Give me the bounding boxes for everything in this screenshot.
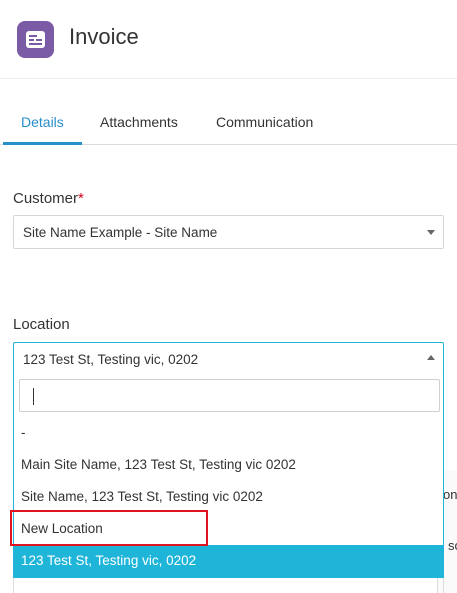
required-mark: * [78, 190, 84, 207]
customer-select-value: Site Name Example - Site Name [23, 225, 218, 240]
location-option[interactable]: Site Name, 123 Test St, Testing vic 0202 [14, 481, 443, 513]
chevron-down-icon [427, 230, 435, 235]
text-cursor [33, 388, 34, 405]
location-option[interactable]: Main Site Name, 123 Test St, Testing vic… [14, 449, 443, 481]
customer-label: Customer* [13, 190, 84, 207]
page-header: Invoice [0, 0, 457, 79]
location-select-value: 123 Test St, Testing vic, 0202 [23, 352, 199, 367]
background-partial-text: sc [448, 538, 457, 553]
location-option-selected[interactable]: 123 Test St, Testing vic, 0202 [14, 545, 443, 577]
location-option-new-location[interactable]: New Location [14, 513, 443, 545]
customer-label-text: Customer [13, 190, 79, 207]
location-search-input[interactable] [19, 379, 440, 412]
location-option[interactable]: - [14, 417, 443, 449]
invoice-icon [17, 21, 54, 58]
background-partial-text: on [443, 487, 457, 502]
tab-communication[interactable]: Communication [216, 114, 313, 130]
tab-bar: Details Attachments Communication [0, 104, 457, 145]
customer-select[interactable]: Site Name Example - Site Name [13, 215, 444, 249]
location-dropdown: - Main Site Name, 123 Test St, Testing v… [13, 374, 444, 578]
active-tab-indicator [3, 142, 82, 145]
page-title: Invoice [69, 24, 139, 49]
location-label: Location [13, 316, 70, 333]
form-bottom-edge [13, 578, 444, 593]
tab-details[interactable]: Details [21, 114, 64, 130]
chevron-up-icon [427, 355, 435, 360]
tab-attachments[interactable]: Attachments [100, 114, 178, 130]
location-select[interactable]: 123 Test St, Testing vic, 0202 [13, 342, 444, 375]
